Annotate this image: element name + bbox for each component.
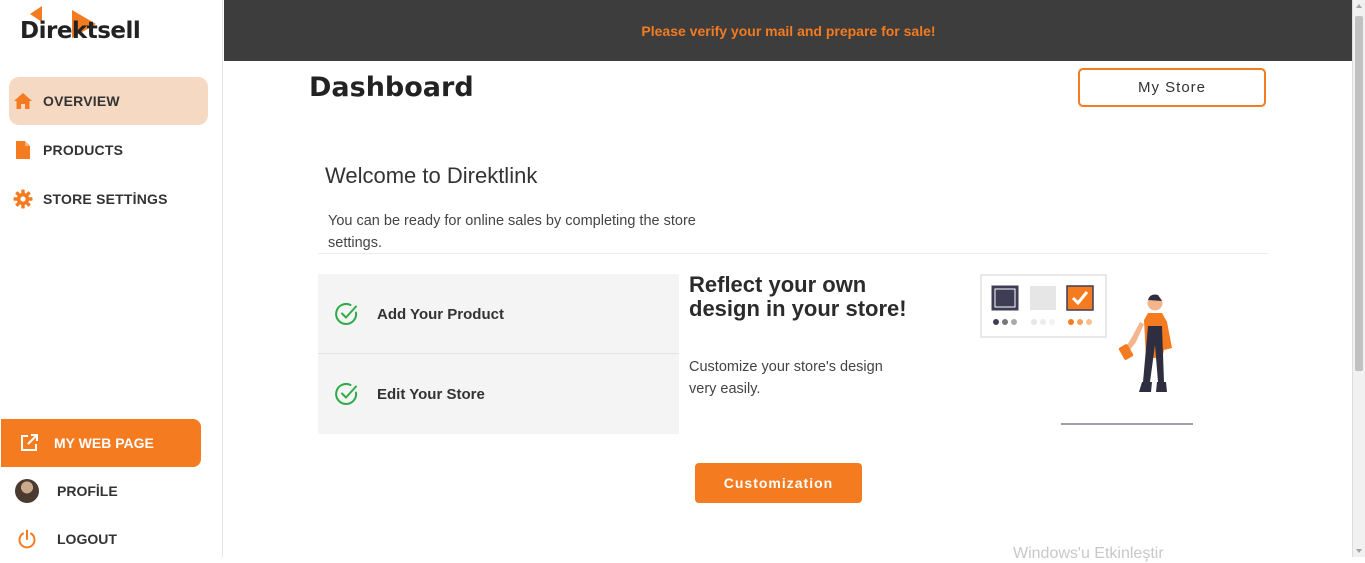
- check-circle-icon: [335, 383, 358, 405]
- profile-label: PROFİLE: [57, 483, 118, 499]
- divider: [318, 253, 1268, 254]
- verification-banner: Please verify your mail and prepare for …: [224, 0, 1353, 61]
- store-design-illustration: [980, 274, 1193, 425]
- step-label: Edit Your Store: [377, 385, 485, 403]
- gear-icon: [12, 188, 34, 210]
- welcome-title: Welcome to Direktlink: [325, 163, 538, 188]
- sidebar-item-overview[interactable]: OVERVIEW: [9, 77, 208, 125]
- logo-text: Direktsell: [20, 18, 141, 44]
- logout-label: LOGOUT: [57, 531, 117, 547]
- document-icon: [12, 139, 34, 161]
- sidebar-item-products[interactable]: PRODUCTS: [9, 126, 208, 174]
- sidebar-item-label: STORE SETTİNGS: [43, 191, 168, 207]
- sidebar-item-label: PRODUCTS: [43, 142, 124, 158]
- logout-link[interactable]: LOGOUT: [15, 519, 205, 559]
- scrollbar[interactable]: [1352, 0, 1365, 557]
- sidebar-item-label: OVERVIEW: [43, 93, 120, 109]
- home-icon: [12, 90, 34, 112]
- my-web-page-label: MY WEB PAGE: [54, 435, 154, 451]
- scroll-down-arrow-icon[interactable]: [1356, 549, 1362, 553]
- scroll-up-arrow-icon[interactable]: [1356, 4, 1362, 8]
- profile-link[interactable]: PROFİLE: [15, 471, 205, 511]
- scroll-thumb[interactable]: [1355, 16, 1363, 371]
- sidebar: Direktsell OVERVIEW PRODUCTS STORE SETTİ…: [0, 0, 223, 557]
- activation-watermark: Windows'u Etkinleştir: [1013, 545, 1164, 562]
- my-store-button[interactable]: My Store: [1078, 68, 1266, 107]
- welcome-description: You can be ready for online sales by com…: [328, 213, 696, 251]
- step-label: Add Your Product: [377, 305, 504, 323]
- promo-description: Customize your store's design very easil…: [689, 359, 883, 397]
- sidebar-item-store-settings[interactable]: STORE SETTİNGS: [9, 175, 208, 223]
- step-add-product[interactable]: Add Your Product: [318, 274, 679, 354]
- avatar: [15, 479, 39, 503]
- power-icon: [15, 527, 39, 551]
- logo[interactable]: Direktsell: [20, 6, 160, 51]
- customization-button[interactable]: Customization: [695, 463, 862, 503]
- external-link-icon: [18, 432, 40, 454]
- step-edit-store[interactable]: Edit Your Store: [318, 354, 679, 434]
- page-title: Dashboard: [309, 72, 474, 103]
- check-circle-icon: [335, 303, 358, 325]
- my-web-page-button[interactable]: MY WEB PAGE: [1, 419, 201, 467]
- verification-message: Please verify your mail and prepare for …: [641, 22, 936, 39]
- promo-title: Reflect your own design in your store!: [689, 272, 907, 321]
